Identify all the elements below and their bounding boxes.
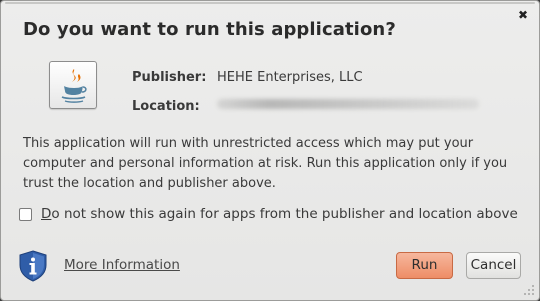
close-icon[interactable]: ✖ (516, 8, 530, 22)
java-icon (49, 61, 97, 109)
title-bar-highlight (5, 2, 535, 4)
checkbox-mnemonic: D (41, 206, 52, 222)
do-not-show-again-label[interactable]: Do not show this again for apps from the… (41, 206, 518, 222)
checkbox-label-text: o not show this again for apps from the … (51, 206, 518, 222)
publisher-value: HEHE Enterprises, LLC (217, 70, 363, 85)
run-button[interactable]: Run (396, 252, 453, 279)
run-application-dialog: ✖ Do you want to run this application? P… (0, 0, 540, 301)
security-warning-text: This application will run with unrestric… (23, 136, 508, 191)
do-not-show-again-checkbox[interactable] (19, 208, 32, 221)
cancel-button[interactable]: Cancel (466, 252, 521, 279)
more-information-link[interactable]: More Information (64, 257, 180, 273)
info-shield-icon[interactable] (18, 250, 48, 286)
dialog-title: Do you want to run this application? (23, 19, 396, 40)
location-value-redacted (217, 99, 479, 109)
location-label: Location: (132, 99, 200, 114)
publisher-label: Publisher: (132, 70, 207, 85)
resize-grip-icon[interactable] (522, 283, 536, 297)
